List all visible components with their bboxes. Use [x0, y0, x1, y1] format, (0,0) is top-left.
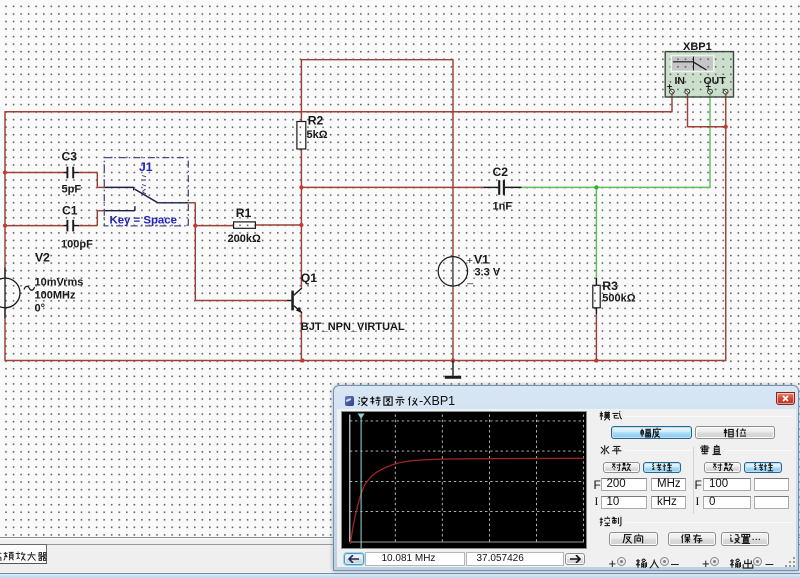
svg-text:100MHz: 100MHz [35, 290, 76, 302]
svg-text:C3: C3 [62, 150, 78, 164]
svg-text:XBP1: XBP1 [683, 41, 712, 53]
svg-text:BJT_NPN_VIRTUAL: BJT_NPN_VIRTUAL [301, 321, 405, 333]
svg-text:100pF: 100pF [61, 239, 93, 251]
svg-text:C1: C1 [62, 204, 78, 218]
svg-text:1nF: 1nF [493, 201, 513, 213]
svg-text:Q1: Q1 [301, 271, 317, 285]
svg-text:10mVrms: 10mVrms [35, 277, 84, 289]
svg-text:+: + [467, 255, 473, 267]
svg-text:C2: C2 [493, 165, 509, 179]
svg-text:R3: R3 [602, 279, 618, 293]
svg-text:5pF: 5pF [62, 184, 82, 196]
svg-text:R2: R2 [308, 114, 324, 128]
svg-text:200kΩ: 200kΩ [228, 233, 261, 245]
svg-text:500kΩ: 500kΩ [602, 293, 635, 305]
svg-text:V2: V2 [35, 251, 50, 265]
svg-text:0°: 0° [35, 303, 46, 315]
svg-text:5kΩ: 5kΩ [307, 129, 328, 141]
svg-text:R1: R1 [236, 206, 252, 220]
svg-text:J1: J1 [139, 160, 153, 174]
svg-text:Key = Space: Key = Space [110, 215, 177, 227]
svg-text:V1: V1 [474, 253, 489, 267]
svg-text:_: _ [466, 273, 473, 285]
svg-text:3.3 V: 3.3 V [475, 267, 501, 279]
